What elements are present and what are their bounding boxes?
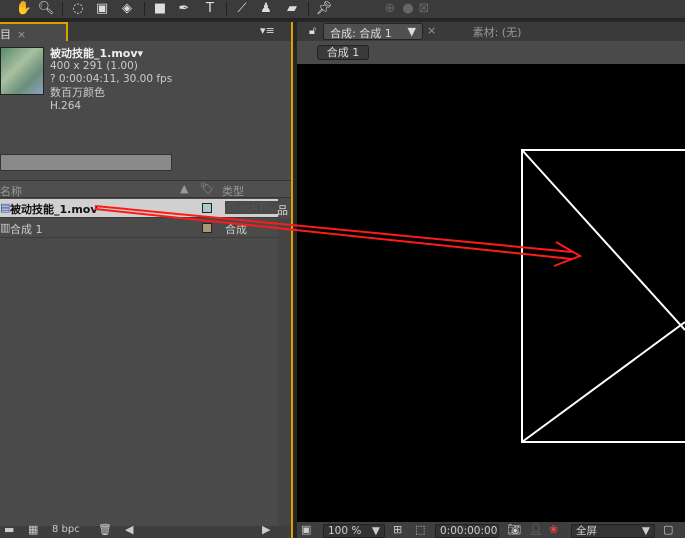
red-arrow-annotation (94, 205, 583, 267)
